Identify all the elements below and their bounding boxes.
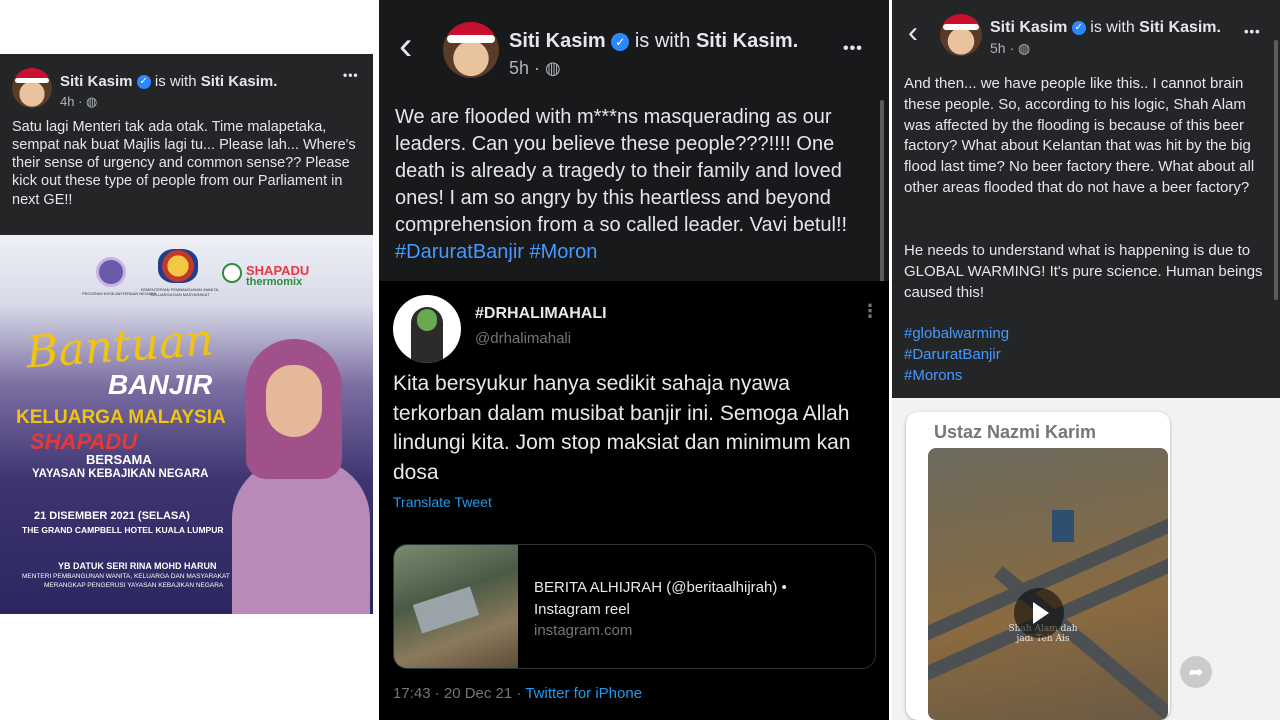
author-name[interactable]: Siti Kasim — [990, 19, 1067, 36]
tagged-name[interactable]: Siti Kasim. — [1139, 19, 1221, 36]
more-options-icon[interactable]: ••• — [843, 40, 863, 58]
hashtag-morons[interactable]: #Morons — [904, 366, 962, 387]
post-text-para2: He needs to understand what is happening… — [904, 242, 1263, 301]
translate-tweet-link: Translate Tweet — [393, 494, 492, 510]
tweet-author-name: #DRHALIMAHALI — [475, 305, 607, 322]
post-panel-1: Siti Kasim ✓ is with Siti Kasim. 4h · ◍ … — [0, 54, 373, 614]
post-meta: 5h · ◍ — [990, 40, 1031, 56]
tagged-name[interactable]: Siti Kasim. — [696, 30, 798, 52]
author-avatar[interactable] — [940, 14, 982, 56]
post-header: Siti Kasim ✓ is with Siti Kasim. — [990, 19, 1221, 37]
poster-line-keluarga: KELUARGA MALAYSIA — [16, 407, 226, 428]
with-text: is with — [154, 73, 197, 90]
author-name[interactable]: Siti Kasim — [60, 73, 133, 90]
author-avatar[interactable] — [12, 68, 52, 108]
author-avatar[interactable] — [443, 22, 499, 78]
verified-badge-icon: ✓ — [1071, 20, 1086, 35]
author-name[interactable]: Siti Kasim — [509, 30, 606, 52]
post-text-para1: And then... we have people like this.. I… — [904, 75, 1255, 196]
back-arrow-icon[interactable]: ‹ — [908, 18, 918, 48]
post-time[interactable]: 5h — [990, 40, 1006, 56]
shapadu-logo — [222, 263, 242, 283]
hashtag-globalwarming[interactable]: #globalwarming — [904, 324, 1009, 345]
link-preview-card: BERITA ALHIJRAH (@beritaalhijrah) • Inst… — [393, 544, 876, 669]
post-text: We are flooded with m***ns masquerading … — [395, 104, 877, 266]
post-text: Satu lagi Menteri tak ada otak. Time mal… — [12, 119, 356, 208]
minister-photo — [232, 339, 370, 614]
poster-date: 21 DISEMBER 2021 (SELASA) — [34, 510, 190, 522]
with-text: is with — [1090, 19, 1135, 36]
embedded-tweet-image[interactable]: #DRHALIMAHALI @drhalimahali ⋮ Kita bersy… — [379, 281, 889, 720]
more-options-icon[interactable]: ••• — [343, 68, 359, 82]
post-time[interactable]: 4h — [60, 94, 74, 109]
scrollbar[interactable] — [1274, 40, 1278, 300]
link-title: BERITA ALHIJRAH (@beritaalhijrah) • — [534, 579, 787, 596]
post-header: Siti Kasim ✓ is with Siti Kasim. — [509, 30, 798, 53]
tweet-handle: @drhalimahali — [475, 330, 572, 347]
globe-icon: ◍ — [86, 94, 98, 109]
poster-venue: THE GRAND CAMPBELL HOTEL KUALA LUMPUR — [22, 525, 224, 535]
post-meta: 4h · ◍ — [60, 94, 98, 109]
brand-thermomix: thermomix — [246, 276, 303, 288]
ministry-caption: KEMENTERIAN PEMBANGUNAN WANITA, KELUARGA… — [140, 287, 220, 297]
tweet-avatar — [393, 295, 461, 363]
tweet-menu-icon: ⋮ — [861, 301, 880, 321]
back-arrow-icon[interactable]: ‹ — [399, 26, 412, 66]
video-post[interactable]: Ustaz Nazmi Karim Shah Alam dah jadi Teh… — [892, 398, 1280, 720]
with-text: is with — [634, 30, 691, 52]
tweet-timestamp: 17:43 · 20 Dec 21 · Twitter for iPhone — [393, 685, 642, 702]
tagged-name[interactable]: Siti Kasim. — [201, 73, 278, 90]
hashtags[interactable]: #DaruratBanjir #Moron — [395, 241, 597, 263]
globe-icon: ◍ — [1018, 40, 1031, 56]
tweet-text: Kita bersyukur hanya sedikit sahaja nyaw… — [393, 372, 851, 484]
link-domain: instagram.com — [534, 622, 633, 639]
poster-vip-name: YB DATUK SERI RINA MOHD HARUN — [58, 561, 217, 571]
verified-badge-icon: ✓ — [136, 75, 151, 90]
post-panel-2: ‹ Siti Kasim ✓ is with Siti Kasim. 5h · … — [379, 0, 889, 720]
tweet-time: 17:43 · 20 Dec 21 · — [393, 685, 526, 702]
verified-badge-icon: ✓ — [611, 32, 630, 51]
event-poster-image[interactable]: PROGRAM KESEJAHTERAAN NEGARA KEMENTERIAN… — [0, 235, 373, 614]
post-header: Siti Kasim ✓ is with Siti Kasim. — [60, 73, 277, 90]
flood-video-thumbnail: Shah Alam dah jadi Teh Ais — [928, 448, 1168, 720]
more-options-icon[interactable]: ••• — [1244, 24, 1261, 39]
program-logo — [96, 257, 126, 287]
tweet-source: Twitter for iPhone — [525, 685, 643, 702]
post-panel-3: ‹ Siti Kasim ✓ is with Siti Kasim. 5h · … — [892, 0, 1280, 720]
globe-icon: ◍ — [545, 58, 561, 78]
poster-line-yayasan: YAYASAN KEBAJIKAN NEGARA — [32, 468, 209, 480]
poster-vip-role1: MENTERI PEMBANGUNAN WANITA, KELUARGA DAN… — [22, 573, 230, 580]
video-caption: Ustaz Nazmi Karim — [934, 422, 1097, 442]
post-text-body: We are flooded with m***ns masquerading … — [395, 106, 848, 236]
share-icon[interactable]: ➦ — [1180, 656, 1212, 688]
poster-line-bersama: BERSAMA — [86, 452, 152, 467]
post-meta: 5h · ◍ — [509, 58, 561, 78]
hashtag-daruratbanjir[interactable]: #DaruratBanjir — [904, 345, 1001, 366]
poster-vip-role2: MERANGKAP PENGERUSI YAYASAN KEBAJIKAN NE… — [44, 582, 224, 589]
ministry-crest — [158, 249, 198, 283]
play-button-icon[interactable] — [1014, 588, 1064, 638]
poster-title-banjir: BANJIR — [108, 369, 213, 400]
link-subtitle: Instagram reel — [534, 601, 630, 618]
building-sign — [1052, 510, 1074, 542]
link-thumbnail — [394, 545, 518, 668]
post-time[interactable]: 5h — [509, 58, 529, 78]
